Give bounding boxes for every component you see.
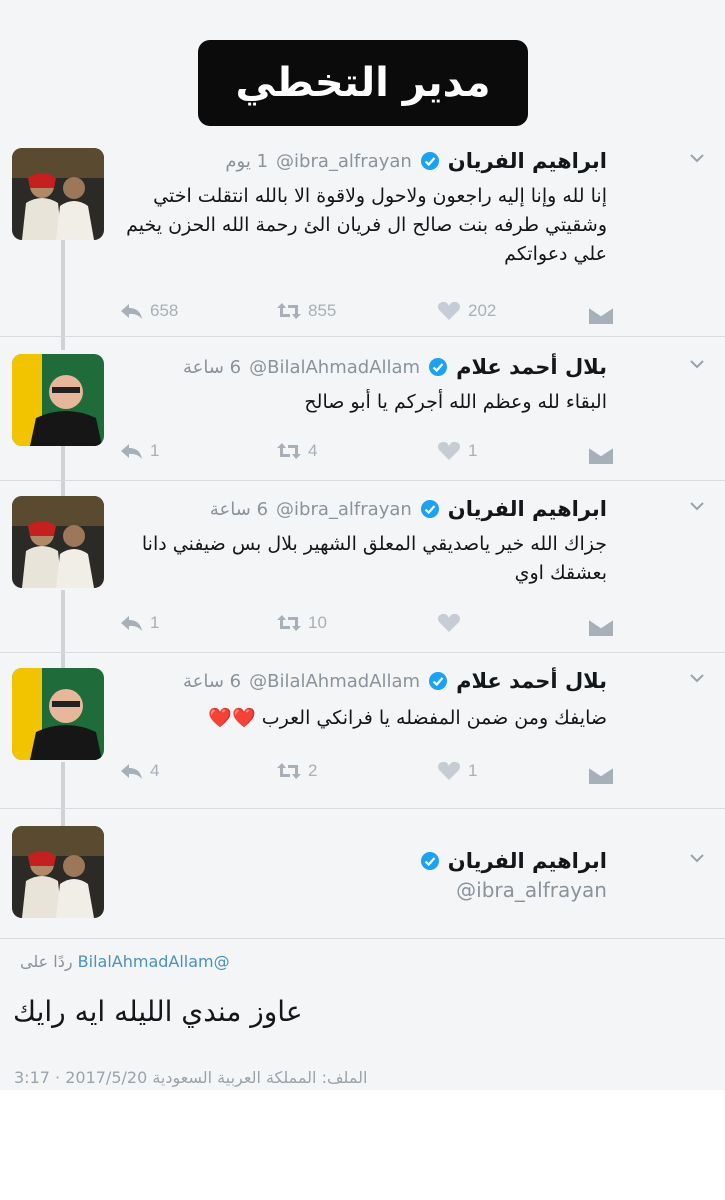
author-name[interactable]: ابراهيم الفريان <box>448 149 607 173</box>
like-button[interactable]: 1 <box>436 760 477 782</box>
retweet-button[interactable]: 10 <box>276 612 327 634</box>
chevron-down-icon[interactable] <box>687 496 707 516</box>
reply-button[interactable]: 4 <box>118 760 159 782</box>
reply-button[interactable]: 1 <box>118 440 159 462</box>
focused-tweet-text: عاوز مندي الليله ايه رايك <box>13 995 303 1028</box>
direct-message-icon[interactable] <box>588 764 614 786</box>
reply-button[interactable]: 658 <box>118 300 178 322</box>
reply-icon <box>121 304 142 319</box>
like-count: 1 <box>468 761 478 780</box>
retweet-button[interactable]: 4 <box>276 440 317 462</box>
verified-badge-icon <box>420 500 439 518</box>
reply-count: 1 <box>150 613 160 632</box>
tweet-text: جزاك الله خير ياصديقي المعلق الشهير بلال… <box>17 530 607 588</box>
tweet-time: 6 ساعة <box>182 670 242 692</box>
retweet-icon <box>277 443 301 459</box>
author-handle[interactable]: @BilalAhmadAllam <box>249 671 420 692</box>
author-handle[interactable]: @ibra_alfrayan <box>276 151 412 172</box>
direct-message-icon[interactable] <box>588 444 614 466</box>
tweet-divider <box>0 652 725 653</box>
reply-icon <box>121 764 142 779</box>
author-handle[interactable]: @ibra_alfrayan <box>276 499 412 520</box>
tweet-header: ابراهيم الفريان <box>420 844 607 878</box>
retweet-icon <box>277 303 301 319</box>
verified-badge-icon <box>429 358 448 376</box>
tweet-thread-screenshot: ابراهيم الفريان @ibra_alfrayan 1 يوم إنا… <box>0 0 725 1090</box>
tweet-actions: 4 2 1 <box>118 760 618 790</box>
chevron-down-icon[interactable] <box>687 848 707 868</box>
author-name[interactable]: ابراهيم الفريان <box>448 497 607 521</box>
reply-to-handle[interactable]: @BilalAhmadAllam <box>78 952 230 971</box>
reply-icon <box>121 616 142 631</box>
tweet-text: إنا لله وإنا إليه راجعون ولاحول ولاقوة ا… <box>17 182 607 269</box>
like-button[interactable] <box>436 612 468 634</box>
tweet-divider <box>0 480 725 481</box>
thread-connector <box>61 590 65 670</box>
tweet-text-line: ضايفك ومن ضمن المفضله يا فرانكي العرب ❤️… <box>208 707 607 729</box>
retweet-icon <box>277 763 301 779</box>
tweet-header: بلال أحمد علام @BilalAhmadAllam 6 ساعة <box>183 350 607 384</box>
tweet-header: بلال أحمد علام @BilalAhmadAllam 6 ساعة <box>183 664 607 698</box>
tweet-time: 6 ساعة <box>209 498 269 520</box>
reply-count: 4 <box>150 761 160 780</box>
like-count: 1 <box>468 441 478 460</box>
tweet-text-line: جزاك الله خير ياصديقي المعلق الشهير بلال… <box>141 533 607 555</box>
chevron-down-icon[interactable] <box>687 354 707 374</box>
heart-icon <box>438 613 460 632</box>
heart-icon <box>438 761 460 780</box>
tweet-actions: 1 10 <box>118 612 618 642</box>
tweet-text-line: بعشقك اوي <box>514 562 607 584</box>
verified-badge-icon <box>420 852 439 870</box>
author-name[interactable]: ابراهيم الفريان <box>448 849 607 873</box>
direct-message-icon[interactable] <box>588 304 614 326</box>
thread-connector <box>61 762 65 827</box>
tweet-time: 1 يوم <box>225 150 269 172</box>
direct-message-icon[interactable] <box>588 616 614 638</box>
reply-count: 658 <box>150 301 179 320</box>
tweet-divider <box>0 336 725 337</box>
reply-count: 1 <box>150 441 160 460</box>
reply-button[interactable]: 1 <box>118 612 159 634</box>
heart-icon <box>438 441 460 460</box>
verified-badge-icon <box>429 672 448 690</box>
reply-icon <box>121 444 142 459</box>
tweet-divider <box>0 808 725 809</box>
chevron-down-icon[interactable] <box>687 668 707 688</box>
tweet-divider <box>0 938 725 939</box>
like-count: 202 <box>468 301 497 320</box>
author-name[interactable]: بلال أحمد علام <box>456 355 607 379</box>
tweet-text-line: البقاء لله وعظم الله أجركم يا أبو صالح <box>304 391 607 413</box>
thread-connector <box>61 440 65 500</box>
page-title-banner: مدير التخطي <box>198 40 528 126</box>
avatar-ibra[interactable] <box>12 826 104 918</box>
author-handle[interactable]: @ibra_alfrayan <box>456 878 607 902</box>
tweet-text-line: إنا لله وإنا إليه راجعون ولاحول ولاقوة ا… <box>153 185 607 207</box>
retweet-button[interactable]: 2 <box>276 760 317 782</box>
tweet-text: ضايفك ومن ضمن المفضله يا فرانكي العرب ❤️… <box>17 704 607 733</box>
tweet-text-line: علي دعواتكم <box>504 243 607 265</box>
tweet-header: ابراهيم الفريان @ibra_alfrayan 1 يوم <box>225 144 607 178</box>
reply-prefix: ردًا على <box>20 952 73 971</box>
tweet-time: 6 ساعة <box>182 356 242 378</box>
heart-icon <box>438 301 460 320</box>
like-button[interactable]: 202 <box>436 300 496 322</box>
retweet-count: 4 <box>308 441 318 460</box>
chevron-down-icon[interactable] <box>687 148 707 168</box>
retweet-count: 10 <box>308 613 327 632</box>
retweet-button[interactable]: 855 <box>276 300 336 322</box>
like-button[interactable]: 1 <box>436 440 477 462</box>
author-handle[interactable]: @BilalAhmadAllam <box>249 357 420 378</box>
tweet-meta: الملف: المملكة العربية السعودية 2017/5/2… <box>14 1068 368 1087</box>
retweet-count: 855 <box>308 301 337 320</box>
author-name[interactable]: بلال أحمد علام <box>456 669 607 693</box>
tweet-text: البقاء لله وعظم الله أجركم يا أبو صالح <box>17 388 607 417</box>
verified-badge-icon <box>420 152 439 170</box>
tweet-actions: 658 855 202 <box>118 300 618 330</box>
retweet-icon <box>277 615 301 631</box>
tweet-text-line: وشقيتي طرفه بنت صالح ال فريان الئ رحمة ا… <box>126 214 607 236</box>
retweet-count: 2 <box>308 761 318 780</box>
reply-context: @BilalAhmadAllam ردًا على <box>0 952 725 971</box>
tweet-header: ابراهيم الفريان @ibra_alfrayan 6 ساعة <box>210 492 607 526</box>
tweet-actions: 1 4 1 <box>118 440 618 470</box>
